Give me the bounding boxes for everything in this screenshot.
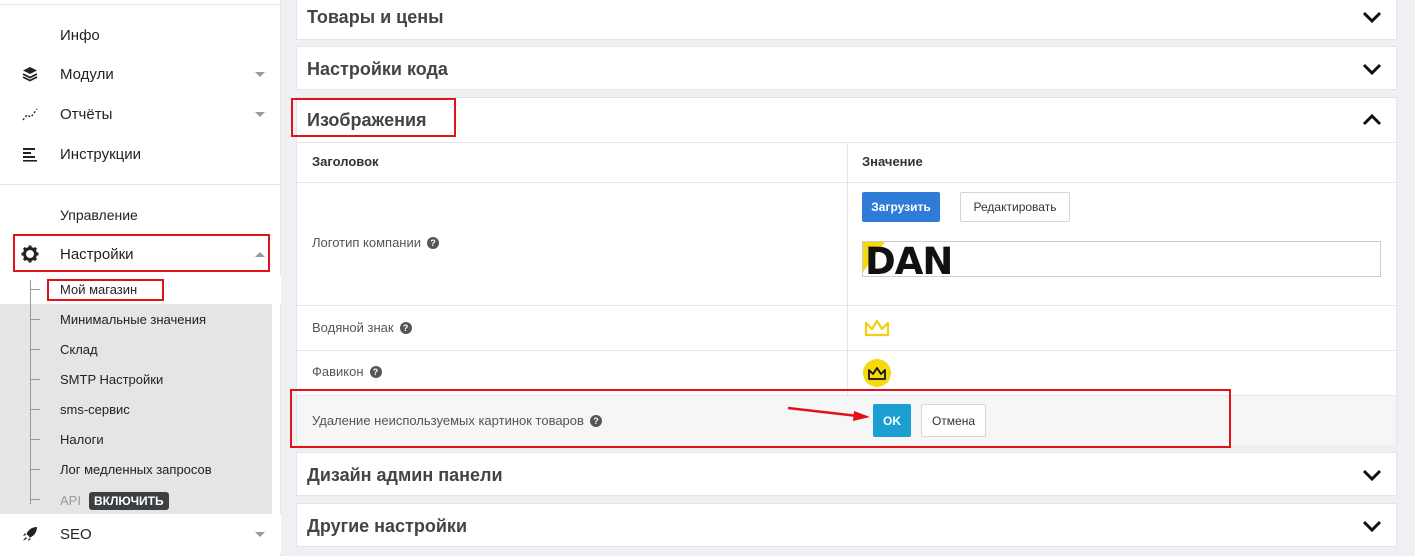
help-icon[interactable]: ? [427,236,440,249]
sidebar-item-seo[interactable]: SEO [0,514,281,554]
panel-other-header[interactable]: Другие настройки [297,504,1396,548]
chevron-down-icon [1362,469,1382,481]
rocket-icon [20,524,40,544]
chevron-down-icon [1362,63,1382,75]
submenu-item-label: sms-сервис [60,402,130,417]
edit-button[interactable]: Редактировать [960,192,1070,222]
panel-images-header[interactable]: Изображения [297,98,1396,142]
sidebar-item-reports[interactable]: Отчёты [0,94,281,134]
highlight-box [47,279,164,301]
align-left-icon [20,144,40,164]
tree-tick [30,349,40,350]
submenu-item-taxes[interactable]: Налоги [0,425,272,455]
sidebar-divider [0,184,281,185]
submenu-item-label: Склад [60,342,98,357]
panel-goods-header[interactable]: Товары и цены [297,0,1396,39]
panel-title: Товары и цены [307,6,444,27]
caret-down-icon [255,111,265,117]
panel-code-settings: Настройки кода [296,46,1397,90]
tree-tick [30,379,40,380]
tree-tick [30,409,40,410]
upload-button[interactable]: Загрузить [862,192,940,222]
panel-title: Настройки кода [307,58,448,79]
enable-badge[interactable]: ВКЛЮЧИТЬ [88,492,169,510]
sidebar-item-label: Отчёты [60,105,113,123]
highlight-box [13,234,270,272]
submenu-item-warehouse[interactable]: Склад [0,335,272,365]
tree-tick [30,499,40,500]
tree-tick [30,289,40,290]
layers-icon [20,64,40,84]
panel-code-header[interactable]: Настройки кода [297,47,1396,91]
submenu-item-api-row: API ВКЛЮЧИТЬ [60,492,169,510]
column-header-title: Заголовок [312,154,379,169]
column-header-value: Значение [862,154,923,169]
column-divider [847,142,848,395]
sidebar-item-info[interactable]: Инфо [0,15,281,55]
logo-label: Логотип компании [312,235,422,250]
favicon-row-label: Фавикон? [312,364,382,379]
submenu-item-label: API [60,493,81,508]
chevron-down-icon [1362,520,1382,532]
panel-other-settings: Другие настройки [296,503,1397,547]
favicon-preview [863,359,891,387]
sidebar-item-modules[interactable]: Модули [0,54,281,94]
tree-tick [30,469,40,470]
caret-down-icon [255,71,265,77]
help-icon[interactable]: ? [399,321,412,334]
chevron-up-icon [1362,114,1382,126]
watermark-row-label: Водяной знак? [312,320,412,335]
sidebar-section-manage: Управление [60,207,138,223]
chart-line-icon [20,104,40,124]
help-icon[interactable]: ? [369,365,382,378]
logo-text: DAN [865,242,953,276]
watermark-label: Водяной знак [312,320,394,335]
highlight-box [291,98,456,137]
favicon-label: Фавикон [312,364,364,379]
panel-title: Дизайн админ панели [307,464,503,485]
sidebar-item-label: Инфо [60,26,100,44]
submenu-item-api[interactable]: API ВКЛЮЧИТЬ [0,485,272,515]
crown-icon [868,366,886,380]
row-divider [297,305,1396,306]
submenu-item-label: Лог медленных запросов [60,462,212,477]
sidebar-item-label: Модули [60,65,114,83]
sidebar-item-label: Инструкции [60,145,142,163]
submenu-item-min-values[interactable]: Минимальные значения [0,305,272,335]
sidebar-divider [0,4,281,5]
sidebar-item-instructions[interactable]: Инструкции [0,134,281,174]
chevron-down-icon [1362,11,1382,23]
submenu-item-label: SMTP Настройки [60,372,164,387]
submenu-item-sms[interactable]: sms-сервис [0,395,272,425]
logo-row-label: Логотип компании? [312,235,440,250]
panel-title: Другие настройки [307,515,468,536]
sidebar: Инфо Модули Отчёты Инструкции Управление… [0,0,281,556]
logo-image: DAN [863,242,1013,276]
submenu-item-label: Минимальные значения [60,312,206,327]
caret-down-icon [255,531,265,537]
tree-tick [30,439,40,440]
arrow-icon [787,406,870,421]
panel-goods-prices: Товары и цены [296,0,1397,40]
crown-icon [864,319,890,337]
submenu-item-label: Налоги [60,432,104,447]
tree-tick [30,319,40,320]
sidebar-item-label: SEO [60,525,92,543]
logo-preview: DAN [862,241,1381,277]
submenu-item-slow-log[interactable]: Лог медленных запросов [0,455,272,485]
panel-admin-design: Дизайн админ панели [296,452,1397,496]
panel-design-header[interactable]: Дизайн админ панели [297,453,1396,497]
submenu-item-smtp[interactable]: SMTP Настройки [0,365,272,395]
row-divider [297,350,1396,351]
highlight-box [290,389,1231,448]
